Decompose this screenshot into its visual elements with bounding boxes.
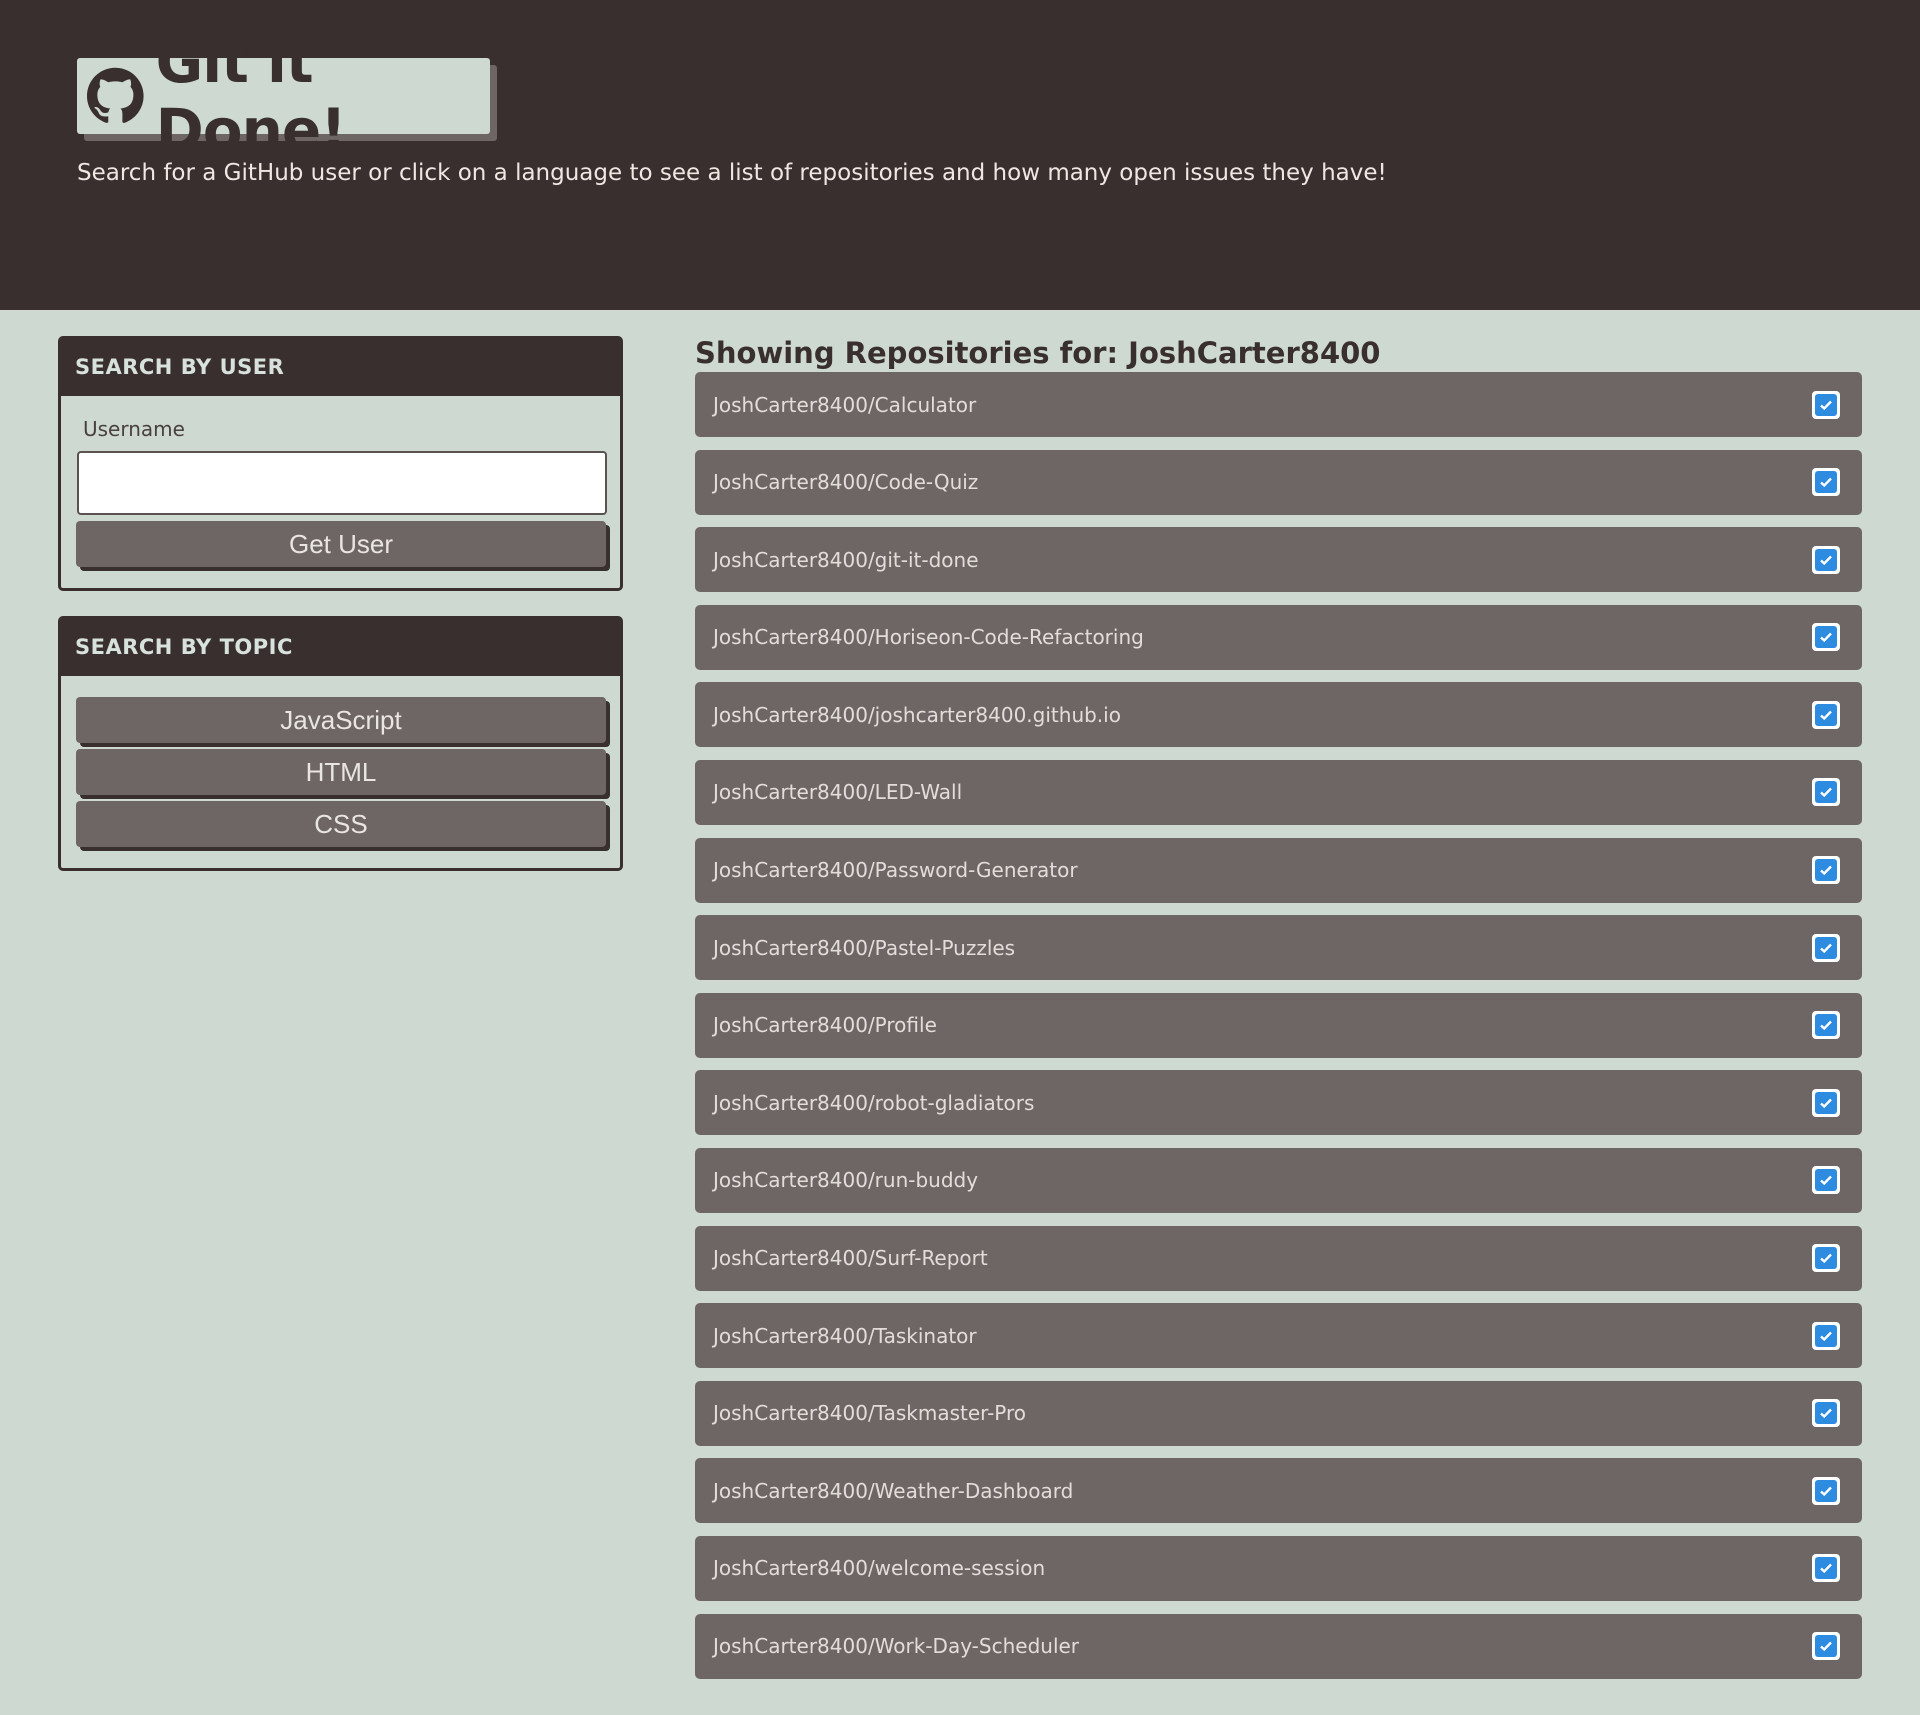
check-square-icon <box>1812 1244 1840 1273</box>
search-by-topic-card: SEARCH BY TOPIC JavaScript HTML CSS <box>58 616 623 871</box>
repo-item[interactable]: JoshCarter8400/Weather-Dashboard <box>695 1458 1862 1524</box>
check-square-icon <box>1812 933 1840 962</box>
repo-name: JoshCarter8400/Work-Day-Scheduler <box>713 1634 1080 1658</box>
repo-name: JoshCarter8400/Horiseon-Code-Refactoring <box>713 625 1144 650</box>
repo-name: JoshCarter8400/run-buddy <box>713 1168 979 1193</box>
repo-item[interactable]: JoshCarter8400/git-it-done <box>695 527 1862 593</box>
repo-name: JoshCarter8400/Weather-Dashboard <box>713 1478 1074 1503</box>
topic-button-html[interactable]: HTML <box>76 749 606 795</box>
logo: Git it Done! <box>77 28 490 164</box>
search-by-user-card: SEARCH BY USER Username Get User <box>58 336 623 591</box>
topic-button-javascript[interactable]: JavaScript <box>76 697 606 743</box>
repo-name: JoshCarter8400/Profile <box>713 1013 937 1038</box>
topic-button-css[interactable]: CSS <box>76 801 606 847</box>
repo-name: JoshCarter8400/Surf-Report <box>713 1246 988 1271</box>
get-user-button[interactable]: Get User <box>76 521 606 567</box>
repo-name: JoshCarter8400/Code-Quiz <box>713 470 979 495</box>
repo-item[interactable]: JoshCarter8400/Pastel-Puzzles <box>695 915 1862 981</box>
repo-name: JoshCarter8400/Taskinator <box>713 1323 977 1348</box>
repo-item[interactable]: JoshCarter8400/welcome-session <box>695 1535 1862 1601</box>
check-square-icon <box>1812 468 1840 497</box>
repo-name: JoshCarter8400/welcome-session <box>713 1556 1046 1581</box>
repo-item[interactable]: JoshCarter8400/Code-Quiz <box>695 449 1862 515</box>
repo-item[interactable]: JoshCarter8400/joshcarter8400.github.io <box>695 682 1862 748</box>
check-square-icon <box>1812 1011 1840 1040</box>
repos-heading: Showing Repositories for: JoshCarter8400 <box>695 336 1381 370</box>
search-by-user-heading: SEARCH BY USER <box>61 339 620 396</box>
check-square-icon <box>1812 778 1840 807</box>
repo-item[interactable]: JoshCarter8400/Horiseon-Code-Refactoring <box>695 604 1862 670</box>
repo-item[interactable]: JoshCarter8400/Taskmaster-Pro <box>695 1380 1862 1446</box>
search-by-topic-heading: SEARCH BY TOPIC <box>61 619 620 676</box>
check-square-icon <box>1812 623 1840 652</box>
repo-name: JoshCarter8400/LED-Wall <box>713 780 963 805</box>
repo-name: JoshCarter8400/Taskmaster-Pro <box>713 1401 1027 1426</box>
repo-name: JoshCarter8400/Pastel-Puzzles <box>713 935 1016 960</box>
repo-item[interactable]: JoshCarter8400/robot-gladiators <box>695 1070 1862 1136</box>
check-square-icon <box>1812 1088 1840 1117</box>
github-icon <box>87 67 144 123</box>
repo-name: JoshCarter8400/joshcarter8400.github.io <box>713 702 1121 727</box>
check-square-icon <box>1812 390 1840 419</box>
repo-item[interactable]: JoshCarter8400/Password-Generator <box>695 837 1862 903</box>
repo-item[interactable]: JoshCarter8400/Surf-Report <box>695 1225 1862 1291</box>
check-square-icon <box>1812 1321 1840 1350</box>
repo-item[interactable]: JoshCarter8400/LED-Wall <box>695 759 1862 825</box>
username-label: Username <box>83 417 185 441</box>
repo-name: JoshCarter8400/robot-gladiators <box>713 1090 1035 1115</box>
repo-name: JoshCarter8400/Password-Generator <box>713 858 1078 883</box>
check-square-icon <box>1812 1476 1840 1505</box>
repo-name: JoshCarter8400/git-it-done <box>713 547 979 572</box>
repo-list: JoshCarter8400/Calculator JoshCarter8400… <box>695 372 1862 1691</box>
page-subtitle: Search for a GitHub user or click on a l… <box>77 160 1387 186</box>
check-square-icon <box>1812 1554 1840 1583</box>
username-input[interactable] <box>77 451 607 515</box>
page-header: Git it Done! Search for a GitHub user or… <box>0 0 1920 310</box>
check-square-icon <box>1812 545 1840 574</box>
repo-item[interactable]: JoshCarter8400/Work-Day-Scheduler <box>695 1613 1862 1679</box>
check-square-icon <box>1812 856 1840 885</box>
repo-item[interactable]: JoshCarter8400/Profile <box>695 992 1862 1058</box>
check-square-icon <box>1812 1166 1840 1195</box>
check-square-icon <box>1812 700 1840 729</box>
repo-item[interactable]: JoshCarter8400/Taskinator <box>695 1303 1862 1369</box>
app-title: Git it Done! <box>155 28 347 164</box>
repo-item[interactable]: JoshCarter8400/run-buddy <box>695 1147 1862 1213</box>
check-square-icon <box>1812 1399 1840 1428</box>
repo-name: JoshCarter8400/Calculator <box>713 392 977 417</box>
check-square-icon <box>1812 1632 1840 1660</box>
repo-item[interactable]: JoshCarter8400/Calculator <box>695 372 1862 437</box>
